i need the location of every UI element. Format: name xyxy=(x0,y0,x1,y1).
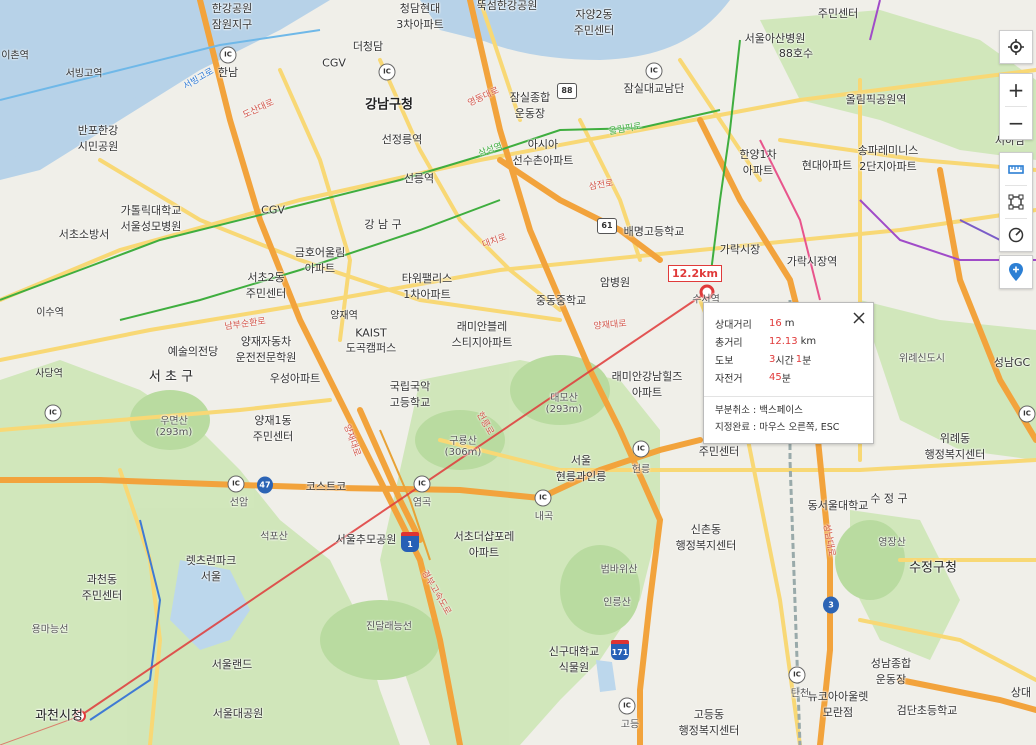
hint-undo: 부분취소 : 백스페이스 xyxy=(715,405,803,416)
map-canvas[interactable] xyxy=(0,0,1036,745)
route-shield: 3 xyxy=(823,596,839,614)
ruler-icon xyxy=(1008,165,1024,174)
map-pin-icon xyxy=(1009,263,1023,281)
measure-unit: km xyxy=(800,335,817,347)
ic-icon: IC xyxy=(534,489,552,507)
measure-unit: m xyxy=(784,317,795,329)
distance-tag: 12.2km xyxy=(668,265,722,282)
ic-icon: IC xyxy=(413,475,431,493)
measure-key: 상대거리 xyxy=(715,319,752,331)
measure-value: 12.13 xyxy=(769,335,798,347)
station-label: 양재역 xyxy=(330,310,358,322)
ic-icon: IC xyxy=(219,46,237,64)
measure-value: 45 xyxy=(769,371,782,383)
measure-end-point xyxy=(699,284,715,300)
route-shield: 171 xyxy=(611,640,629,660)
locate-control xyxy=(999,30,1033,64)
route-shield: 88 xyxy=(557,83,577,99)
measure-unit: 분 xyxy=(802,355,812,367)
ic-icon: IC xyxy=(227,475,245,493)
ic-icon: IC xyxy=(44,404,62,422)
route-shield: 47 xyxy=(257,476,273,494)
tool-control xyxy=(999,152,1033,252)
ic-icon: IC xyxy=(1018,405,1036,423)
measure-unit: 분 xyxy=(781,373,791,385)
marker-control xyxy=(999,255,1033,289)
close-icon[interactable] xyxy=(852,311,866,325)
measure-row-bike: 자전거 45 분 xyxy=(704,368,873,386)
route-shield: 1 xyxy=(401,532,419,552)
measure-key: 도보 xyxy=(715,355,734,367)
route-shield: 61 xyxy=(597,218,617,234)
ic-icon: IC xyxy=(632,440,650,458)
divider xyxy=(704,396,873,397)
zoom-out-button[interactable]: − xyxy=(1000,107,1032,139)
zoom-in-button[interactable]: + xyxy=(1000,74,1032,106)
locate-button[interactable] xyxy=(1000,31,1032,63)
ic-icon: IC xyxy=(618,697,636,715)
measure-key: 자전거 xyxy=(715,373,743,385)
measure-start-point xyxy=(74,710,86,722)
measure-row-total: 총거리 12.13 km xyxy=(704,332,873,350)
area-icon xyxy=(1008,194,1024,210)
ic-icon: IC xyxy=(378,63,396,81)
station-label: 서빙고역 xyxy=(65,68,103,80)
ruler-button[interactable] xyxy=(1000,153,1032,185)
radius-button[interactable] xyxy=(1000,219,1032,251)
add-marker-button[interactable] xyxy=(1000,256,1032,288)
measure-unit: 시간 xyxy=(775,355,794,367)
radius-icon xyxy=(1008,227,1024,243)
measure-key: 총거리 xyxy=(715,337,743,349)
ic-icon: IC xyxy=(645,62,663,80)
crosshair-icon xyxy=(1008,39,1024,55)
hint-finish: 지정완료 : 마우스 오른쪽, ESC xyxy=(715,422,840,433)
zoom-control: + − xyxy=(999,73,1033,140)
measure-row-walk: 도보 3 시간 1 분 xyxy=(704,350,873,368)
measure-popup: 상대거리 16 m 총거리 12.13 km 도보 3 시간 1 분 자전거 4… xyxy=(703,302,874,444)
ic-icon: IC xyxy=(788,666,806,684)
measure-value: 16 xyxy=(769,317,782,329)
area-button[interactable] xyxy=(1000,186,1032,218)
measure-row-relative: 상대거리 16 m xyxy=(704,314,873,332)
station-label: 이수역 xyxy=(36,307,64,319)
station-label: 사당역 xyxy=(35,368,63,380)
station-label: 이촌역 xyxy=(1,50,29,62)
